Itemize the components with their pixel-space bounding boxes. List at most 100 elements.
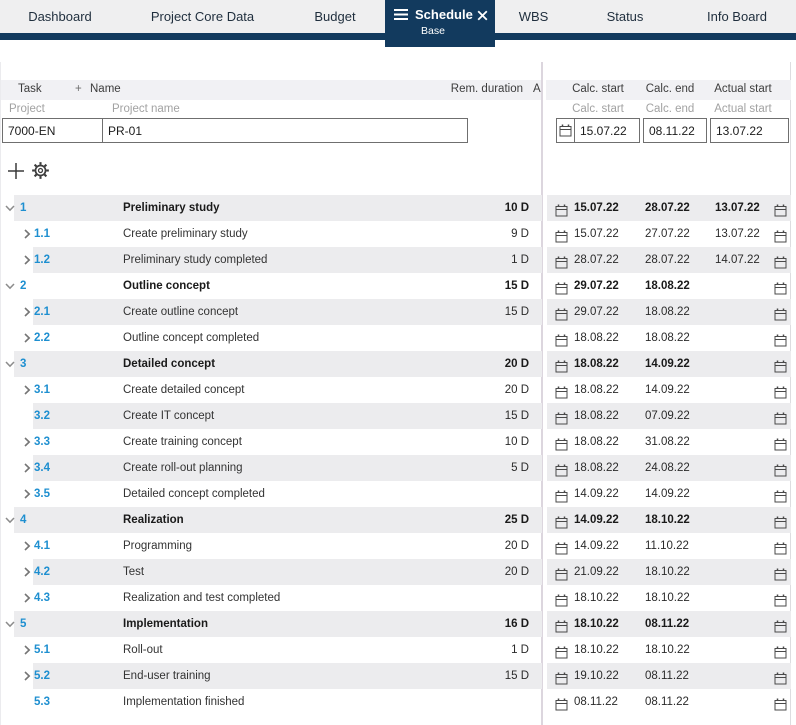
task-rem-duration-cell[interactable]: 20 D	[430, 351, 529, 377]
expand-chevron[interactable]	[22, 645, 32, 655]
expand-chevron[interactable]	[22, 567, 32, 577]
column-header-name[interactable]: Name	[90, 83, 121, 95]
tab-status[interactable]: Status	[572, 0, 678, 33]
task-number-link[interactable]: 4.2	[34, 559, 50, 585]
task-calc-start-cell[interactable]: 19.10.22	[574, 663, 619, 689]
task-name-cell[interactable]: Create preliminary study	[123, 221, 248, 247]
task-number-link[interactable]: 1.1	[34, 221, 50, 247]
task-rem-duration-cell[interactable]: 16 D	[430, 611, 529, 637]
task-calc-start-cell[interactable]: 21.09.22	[574, 559, 619, 585]
expand-chevron[interactable]	[22, 229, 32, 239]
expand-chevron[interactable]	[22, 307, 32, 317]
task-name-cell[interactable]: Create IT concept	[123, 403, 214, 429]
expand-chevron[interactable]	[5, 203, 15, 213]
expand-chevron[interactable]	[22, 333, 32, 343]
column-header-calc-start[interactable]: Calc. start	[558, 83, 638, 95]
task-actual-start-cell[interactable]: 13.07.22	[715, 195, 760, 221]
expand-chevron[interactable]	[5, 359, 15, 369]
gear-icon[interactable]	[31, 161, 50, 183]
task-calc-start-cell[interactable]: 29.07.22	[574, 273, 619, 299]
task-name-cell[interactable]: Implementation finished	[123, 689, 244, 715]
task-actual-start-cell[interactable]: 14.07.22	[715, 247, 760, 273]
task-calc-end-cell[interactable]: 08.11.22	[645, 611, 689, 637]
expand-chevron[interactable]	[22, 255, 32, 265]
column-header-plus-icon[interactable]: +	[75, 83, 82, 95]
task-number-link[interactable]: 2.1	[34, 299, 50, 325]
tab-wbs[interactable]: WBS	[495, 0, 572, 33]
task-name-cell[interactable]: Create detailed concept	[123, 377, 244, 403]
expand-chevron[interactable]	[22, 489, 32, 499]
task-calc-start-cell[interactable]: 08.11.22	[574, 689, 618, 715]
task-calc-start-cell[interactable]: 18.10.22	[574, 637, 619, 663]
task-calc-start-cell[interactable]: 18.08.22	[574, 455, 619, 481]
task-name-cell[interactable]: Create training concept	[123, 429, 242, 455]
column-header-task[interactable]: Task	[18, 83, 42, 95]
tab-budget[interactable]: Budget	[285, 0, 385, 33]
task-rem-duration-cell[interactable]: 1 D	[430, 247, 529, 273]
task-calc-start-cell[interactable]: 15.07.22	[574, 195, 619, 221]
column-header-a[interactable]: A	[533, 83, 541, 95]
task-calc-end-cell[interactable]: 24.08.22	[645, 455, 690, 481]
task-calc-end-cell[interactable]: 28.07.22	[645, 195, 690, 221]
task-calc-start-cell[interactable]: 18.10.22	[574, 585, 619, 611]
task-calc-start-cell[interactable]: 14.09.22	[574, 481, 619, 507]
task-calc-start-cell[interactable]: 18.08.22	[574, 325, 619, 351]
task-calc-end-cell[interactable]: 18.10.22	[645, 507, 690, 533]
column-header-rem-duration[interactable]: Rem. duration	[420, 83, 523, 95]
calendar-icon[interactable]	[774, 695, 787, 721]
task-calc-end-cell[interactable]: 11.10.22	[645, 533, 689, 559]
task-number-link[interactable]: 5	[20, 611, 26, 637]
task-number-link[interactable]: 3.2	[34, 403, 50, 429]
tab-info-board[interactable]: Info Board	[678, 0, 796, 33]
task-number-link[interactable]: 4.3	[34, 585, 50, 611]
task-number-link[interactable]: 1.2	[34, 247, 50, 273]
task-name-cell[interactable]: Roll-out	[123, 637, 163, 663]
task-name-cell[interactable]: Create outline concept	[123, 299, 238, 325]
task-rem-duration-cell[interactable]: 15 D	[430, 299, 529, 325]
task-rem-duration-cell[interactable]: 9 D	[430, 221, 529, 247]
project-calc-end-field[interactable]: 08.11.22	[643, 118, 707, 143]
task-name-cell[interactable]: Detailed concept	[123, 351, 215, 377]
tab-schedule[interactable]: Schedule Base	[385, 0, 495, 47]
task-calc-end-cell[interactable]: 08.11.22	[645, 689, 689, 715]
task-name-cell[interactable]: Preliminary study	[123, 195, 220, 221]
close-icon[interactable]	[477, 9, 488, 24]
task-calc-end-cell[interactable]: 08.11.22	[645, 663, 689, 689]
calendar-icon[interactable]	[555, 695, 568, 721]
task-calc-end-cell[interactable]: 18.10.22	[645, 637, 690, 663]
project-actual-start-field[interactable]: 13.07.22	[710, 118, 789, 143]
task-calc-end-cell[interactable]: 18.10.22	[645, 559, 690, 585]
tab-dashboard[interactable]: Dashboard	[0, 0, 120, 33]
task-name-cell[interactable]: Detailed concept completed	[123, 481, 265, 507]
hamburger-menu-icon[interactable]	[394, 9, 408, 20]
task-rem-duration-cell[interactable]: 10 D	[430, 429, 529, 455]
task-name-cell[interactable]: Create roll-out planning	[123, 455, 243, 481]
task-name-cell[interactable]: Outline concept completed	[123, 325, 259, 351]
task-number-link[interactable]: 1	[20, 195, 26, 221]
task-actual-start-cell[interactable]: 13.07.22	[715, 221, 760, 247]
task-calc-end-cell[interactable]: 14.09.22	[645, 377, 690, 403]
task-number-link[interactable]: 2.2	[34, 325, 50, 351]
task-rem-duration-cell[interactable]: 1 D	[430, 637, 529, 663]
task-calc-start-cell[interactable]: 18.10.22	[574, 611, 619, 637]
task-number-link[interactable]: 4.1	[34, 533, 50, 559]
task-number-link[interactable]: 2	[20, 273, 26, 299]
task-calc-start-cell[interactable]: 14.09.22	[574, 507, 619, 533]
task-name-cell[interactable]: Realization	[123, 507, 184, 533]
task-calc-start-cell[interactable]: 18.08.22	[574, 351, 619, 377]
task-number-link[interactable]: 3.3	[34, 429, 50, 455]
task-rem-duration-cell[interactable]: 15 D	[430, 663, 529, 689]
column-header-actual-start[interactable]: Actual start	[703, 83, 783, 95]
expand-chevron[interactable]	[22, 593, 32, 603]
task-calc-end-cell[interactable]: 18.08.22	[645, 325, 690, 351]
task-calc-start-cell[interactable]: 18.08.22	[574, 377, 619, 403]
task-name-cell[interactable]: Preliminary study completed	[123, 247, 267, 273]
expand-chevron[interactable]	[5, 515, 15, 525]
task-calc-end-cell[interactable]: 18.10.22	[645, 585, 690, 611]
task-rem-duration-cell[interactable]: 20 D	[430, 559, 529, 585]
task-rem-duration-cell[interactable]: 25 D	[430, 507, 529, 533]
task-number-link[interactable]: 4	[20, 507, 26, 533]
task-calc-end-cell[interactable]: 27.07.22	[645, 221, 690, 247]
task-name-cell[interactable]: End-user training	[123, 663, 211, 689]
tab-project-core-data[interactable]: Project Core Data	[120, 0, 285, 33]
